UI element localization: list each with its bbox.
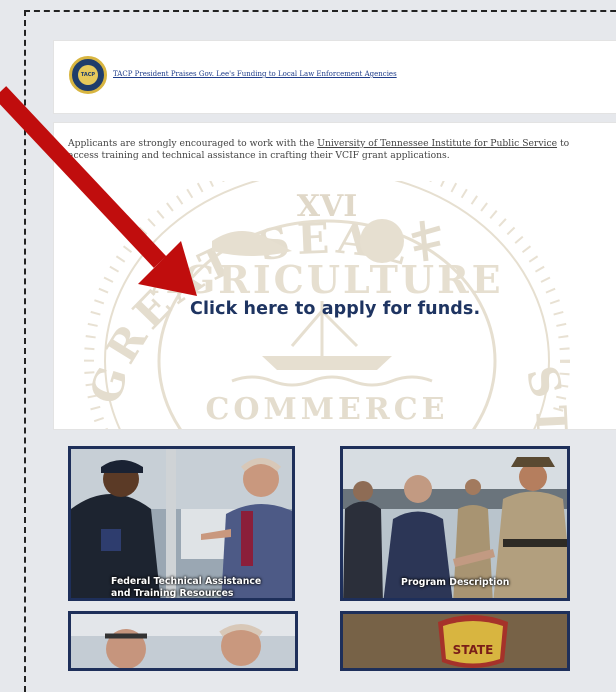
apply-for-funds-link[interactable]: Click here to apply for funds. bbox=[190, 299, 480, 319]
intro-before: Applicants are strongly encouraged to wo… bbox=[68, 138, 318, 149]
seal-number: XVI bbox=[297, 189, 358, 224]
ut-ips-link[interactable]: University of Tennessee Institute for Pu… bbox=[317, 138, 557, 149]
tile-federal-technical-assistance[interactable]: Federal Technical Assistance and Trainin… bbox=[68, 446, 295, 601]
intro-text: Applicants are strongly encouraged to wo… bbox=[68, 138, 588, 161]
tile-1-label-line1: Federal Technical Assistance bbox=[111, 576, 262, 587]
tile-program-description[interactable]: Program Description bbox=[340, 446, 570, 601]
news-link[interactable]: TACP President Praises Gov. Lee's Fundin… bbox=[113, 70, 397, 78]
tacp-logo: TACP bbox=[69, 56, 107, 94]
news-card: TACP TACP President Praises Gov. Lee's F… bbox=[53, 40, 616, 114]
tile-1-label-line2: and Training Resources bbox=[111, 588, 234, 599]
seal-agriculture: AGRICULTURE bbox=[149, 257, 503, 302]
seal-commerce: COMMERCE bbox=[206, 392, 449, 427]
tile-3[interactable] bbox=[68, 611, 298, 671]
tacp-logo-text: TACP bbox=[78, 65, 98, 85]
tile-2-label: Program Description bbox=[401, 577, 509, 589]
patch-text: STATE bbox=[453, 643, 494, 657]
tile-4[interactable]: STATE bbox=[340, 611, 570, 671]
tile-photo-3 bbox=[71, 614, 295, 668]
tile-2-label-line1: Program Description bbox=[401, 577, 510, 588]
tile-photo-4: STATE bbox=[343, 614, 567, 668]
apply-card: Applicants are strongly encouraged to wo… bbox=[53, 122, 616, 430]
tile-1-label: Federal Technical Assistance and Trainin… bbox=[111, 576, 262, 599]
